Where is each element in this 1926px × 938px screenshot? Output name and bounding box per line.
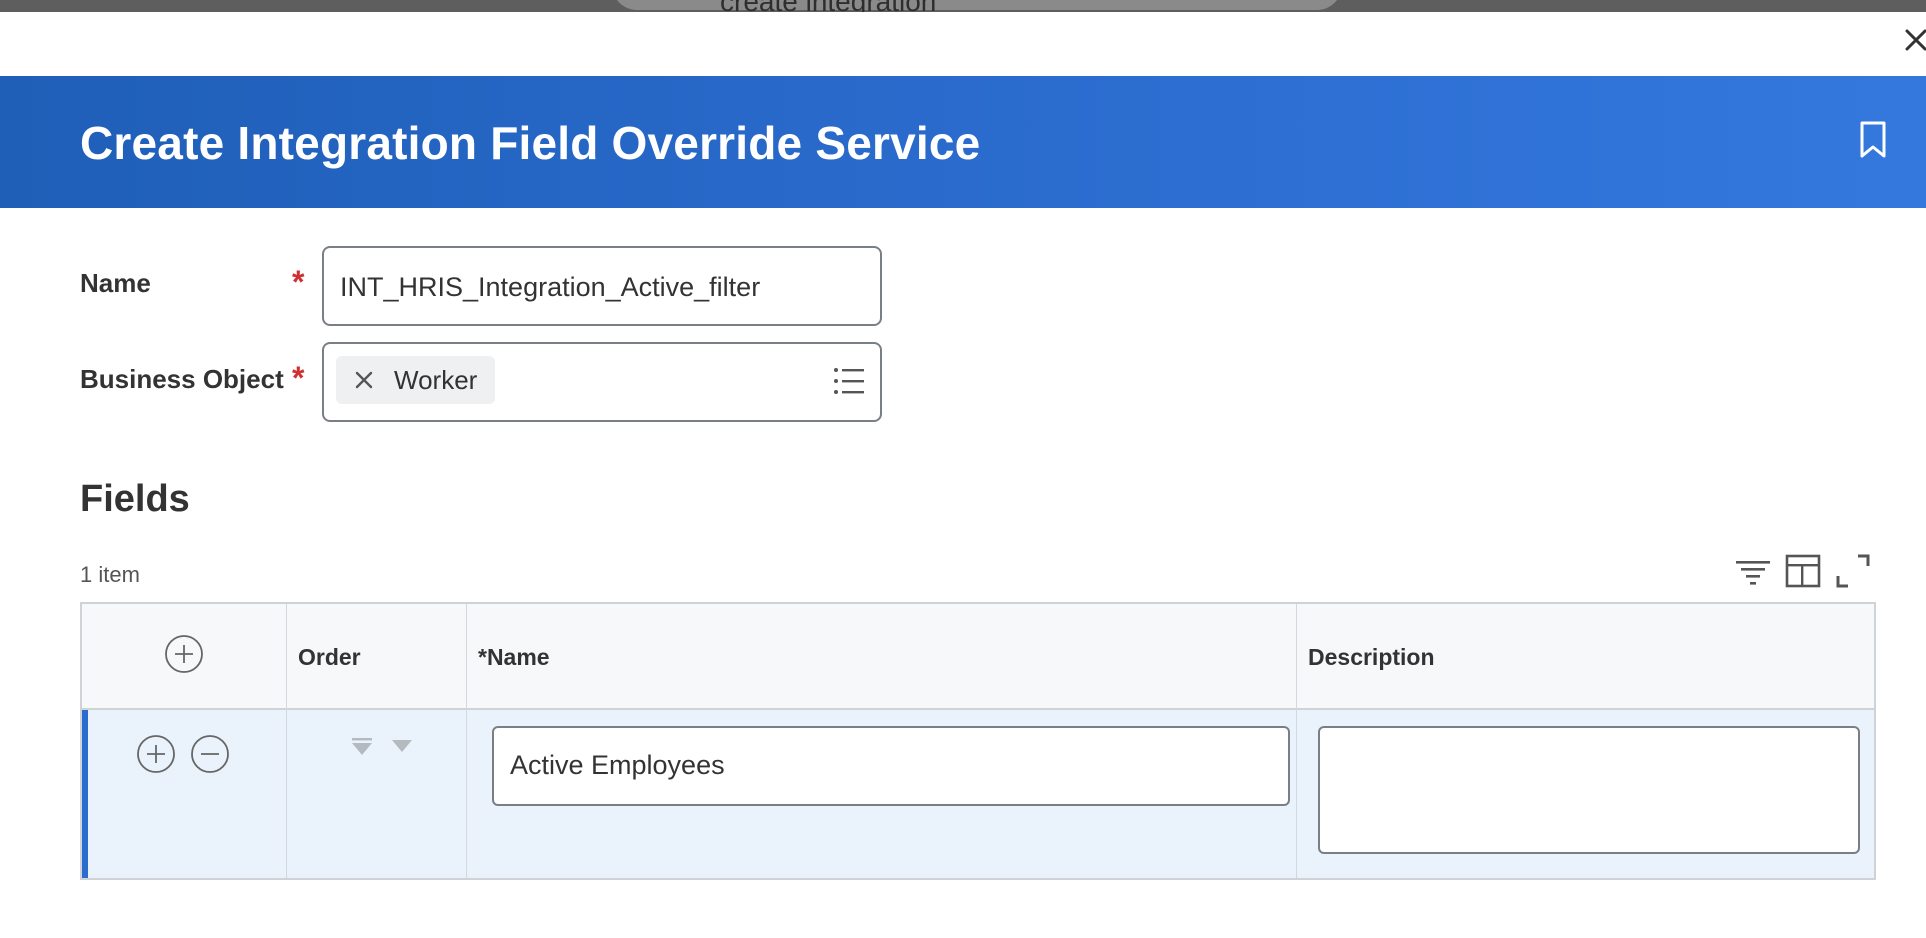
close-icon[interactable] bbox=[1902, 26, 1926, 54]
name-input[interactable]: INT_HRIS_Integration_Active_filter bbox=[322, 246, 882, 326]
field-description-input[interactable] bbox=[1318, 726, 1860, 854]
fields-grid: Order *Name Description Active Employees bbox=[80, 602, 1876, 880]
name-label: Name bbox=[80, 268, 151, 298]
name-input-value: INT_HRIS_Integration_Active_filter bbox=[340, 272, 761, 302]
field-name-input[interactable]: Active Employees bbox=[492, 726, 1290, 806]
list-icon[interactable] bbox=[832, 364, 866, 398]
grid-header-row: Order *Name Description bbox=[82, 604, 1874, 710]
background-app-bar: create integration bbox=[0, 0, 1926, 12]
column-header-order: Order bbox=[298, 644, 361, 670]
column-header-name: *Name bbox=[478, 644, 550, 670]
column-divider bbox=[466, 604, 467, 878]
move-to-bottom-icon[interactable] bbox=[350, 736, 374, 758]
dialog-header: Create Integration Field Override Servic… bbox=[0, 76, 1926, 208]
move-down-icon[interactable] bbox=[390, 736, 414, 758]
required-indicator: * bbox=[292, 264, 305, 300]
table-row: Active Employees bbox=[82, 710, 1874, 878]
page-title: Create Integration Field Override Servic… bbox=[80, 117, 981, 169]
column-header-description: Description bbox=[1308, 644, 1435, 670]
business-object-label: Business Object bbox=[80, 364, 284, 394]
required-indicator: * bbox=[292, 360, 305, 396]
fullscreen-icon[interactable] bbox=[1834, 552, 1872, 590]
bookmark-icon[interactable] bbox=[1858, 120, 1888, 160]
selected-worker-pill[interactable]: Worker bbox=[336, 356, 496, 404]
columns-icon[interactable] bbox=[1784, 552, 1822, 590]
filter-icon[interactable] bbox=[1734, 552, 1772, 590]
field-name-value: Active Employees bbox=[510, 750, 725, 780]
column-divider bbox=[1296, 604, 1297, 878]
add-row-icon[interactable] bbox=[136, 734, 176, 774]
x-icon[interactable] bbox=[352, 368, 376, 392]
background-search-text: create integration bbox=[720, 0, 936, 12]
item-count: 1 item bbox=[80, 562, 140, 587]
dialog: Create Integration Field Override Servic… bbox=[0, 12, 1926, 938]
remove-row-icon[interactable] bbox=[190, 734, 230, 774]
selected-worker-label: Worker bbox=[394, 365, 478, 395]
add-row-icon[interactable] bbox=[164, 634, 204, 674]
name-row: Name * INT_HRIS_Integration_Active_filte… bbox=[80, 246, 900, 326]
column-divider bbox=[286, 604, 287, 878]
fields-section-title: Fields bbox=[80, 478, 190, 520]
business-object-input[interactable]: Worker bbox=[322, 342, 882, 422]
business-object-row: Business Object * Worker bbox=[80, 342, 900, 422]
